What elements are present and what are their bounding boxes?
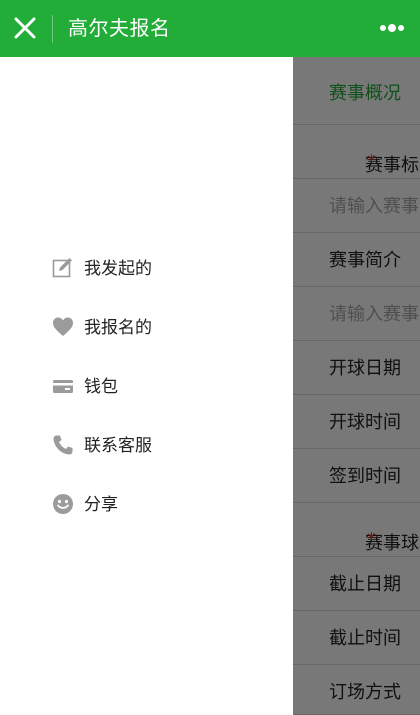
input-placeholder: 请输入赛事 — [329, 304, 419, 325]
menu-item-wallet[interactable]: 钱包 — [52, 375, 152, 434]
menu-item-label: 我发起的 — [84, 259, 152, 279]
heart-icon — [52, 316, 74, 338]
side-drawer: 我发起的 我报名的 钱包 联系客服 分享 — [0, 57, 293, 715]
field-label: 截止日期 — [329, 574, 401, 595]
form-row-deadline-date[interactable]: 截止日期 — [293, 557, 420, 611]
input-placeholder: 请输入赛事 — [329, 196, 419, 217]
menu-item-customer-service[interactable]: 联系客服 — [52, 434, 152, 493]
edit-icon — [52, 257, 74, 279]
required-mark: * — [367, 529, 376, 550]
drawer-menu: 我发起的 我报名的 钱包 联系客服 分享 — [52, 257, 152, 552]
event-title-input[interactable]: 请输入赛事 — [293, 179, 420, 233]
field-label: 开球日期 — [329, 358, 401, 379]
menu-item-label: 我报名的 — [84, 318, 152, 338]
wallet-icon — [52, 375, 74, 397]
section-title: 赛事概况 — [329, 83, 401, 104]
form-row-event-title: 赛事标题* — [293, 125, 420, 179]
menu-item-label: 分享 — [84, 495, 118, 515]
form-section-header: 赛事概况 — [293, 57, 420, 125]
field-label: 赛事简介 — [329, 250, 401, 271]
event-intro-input[interactable]: 请输入赛事 — [293, 287, 420, 341]
form-row-checkin-time[interactable]: 签到时间 — [293, 449, 420, 503]
field-label: 订场方式 — [329, 682, 401, 703]
form-row-tee-date[interactable]: 开球日期 — [293, 341, 420, 395]
required-mark: * — [367, 151, 376, 172]
field-label: 开球时间 — [329, 412, 401, 433]
phone-icon — [52, 434, 74, 456]
form-row-tee-time[interactable]: 开球时间 — [293, 395, 420, 449]
header-divider — [52, 15, 53, 43]
page-title: 高尔夫报名 — [68, 16, 171, 40]
top-bar: 高尔夫报名 — [0, 0, 420, 57]
form-row-course[interactable]: 赛事球场* — [293, 503, 420, 557]
form-row-deadline-time[interactable]: 截止时间 — [293, 611, 420, 665]
menu-item-label: 钱包 — [84, 377, 118, 397]
menu-item-label: 联系客服 — [84, 436, 152, 456]
close-icon[interactable] — [10, 13, 40, 43]
menu-item-registered[interactable]: 我报名的 — [52, 316, 152, 375]
menu-item-initiated[interactable]: 我发起的 — [52, 257, 152, 316]
form-row-booking-method[interactable]: 订场方式 — [293, 665, 420, 715]
menu-item-share[interactable]: 分享 — [52, 493, 152, 552]
event-form: 赛事概况 赛事标题* 请输入赛事 赛事简介 请输入赛事 开球日期 开球时间 签到… — [293, 57, 420, 715]
field-label: 签到时间 — [329, 466, 401, 487]
form-row-event-intro: 赛事简介 — [293, 233, 420, 287]
more-options-icon[interactable] — [378, 18, 406, 38]
field-label: 截止时间 — [329, 628, 401, 649]
smile-icon — [52, 493, 74, 515]
